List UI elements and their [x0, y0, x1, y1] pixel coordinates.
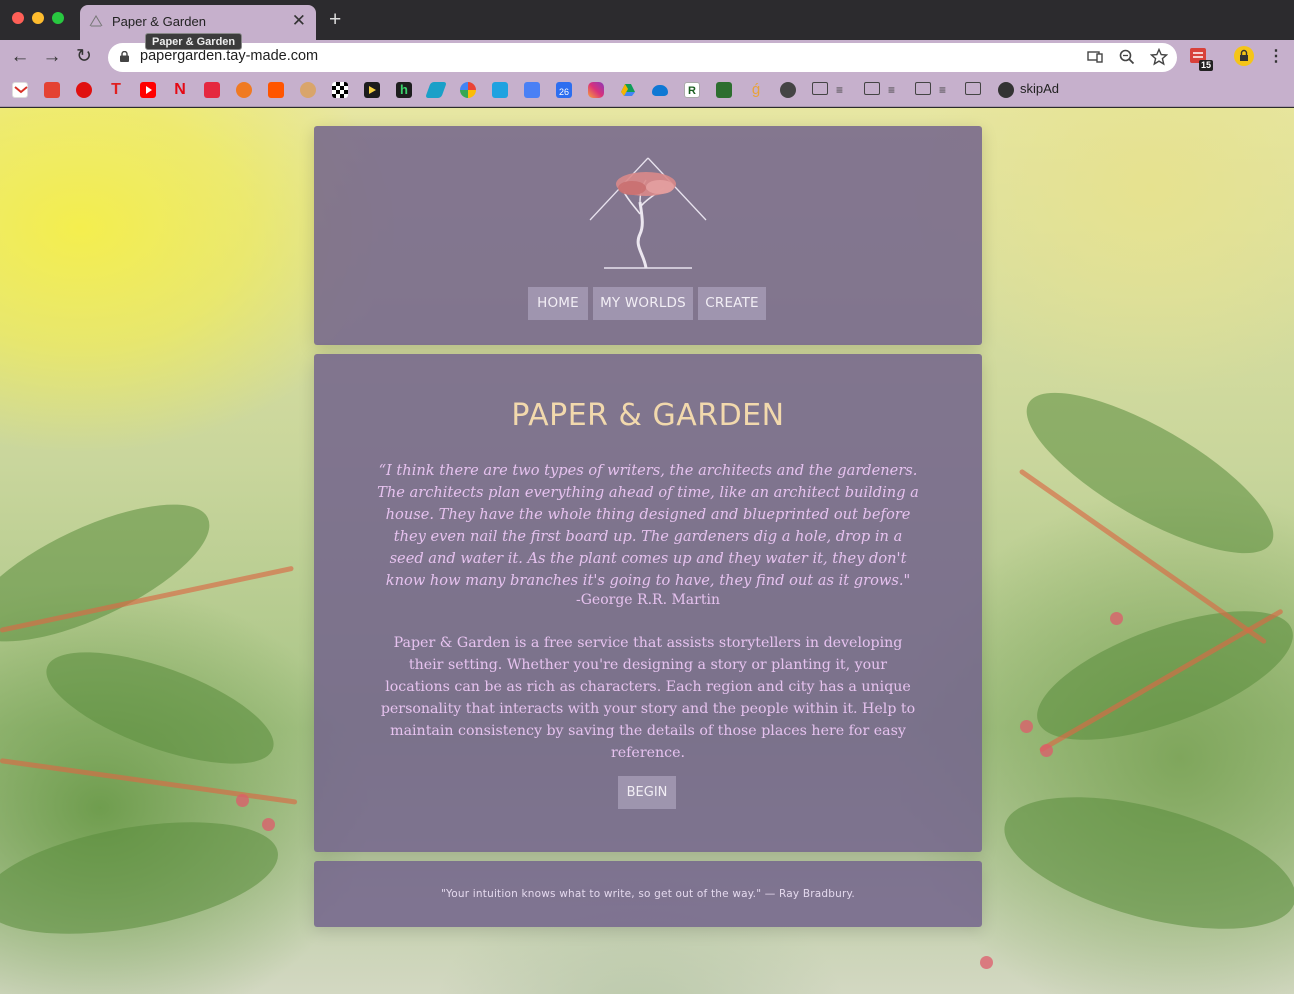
background-leaf	[33, 629, 287, 787]
epigraph-quote: “I think there are two types of writers,…	[377, 462, 919, 589]
background-leaf	[990, 771, 1294, 955]
back-icon[interactable]: ←	[8, 45, 32, 69]
star-icon[interactable]	[1150, 48, 1168, 66]
github-icon[interactable]	[780, 82, 796, 98]
page-title: PAPER & GARDEN	[511, 398, 785, 433]
folder-icon[interactable]	[915, 82, 931, 95]
play-app-icon[interactable]	[364, 82, 380, 98]
tab-title: Paper & Garden	[112, 14, 206, 29]
folder-label-icon: ≡	[836, 83, 844, 97]
service-description: Paper & Garden is a free service that as…	[380, 635, 916, 761]
background-berry	[980, 956, 993, 969]
folder-label-icon: ≡	[939, 83, 947, 97]
background-berry	[1020, 720, 1033, 733]
bookmark-skipad[interactable]: skipAd	[1020, 81, 1059, 96]
window-minimize-button[interactable]	[32, 12, 44, 24]
gmail-icon[interactable]	[12, 82, 28, 98]
folder-icon[interactable]	[965, 82, 981, 95]
calendar-doc-icon[interactable]	[524, 82, 540, 98]
intro-section: PAPER & GARDEN “I think there are two ty…	[314, 354, 982, 852]
extension-lock-icon[interactable]	[1233, 45, 1255, 67]
avatar-app-icon[interactable]	[300, 82, 316, 98]
youtube-icon[interactable]	[140, 82, 156, 98]
window-maximize-button[interactable]	[52, 12, 64, 24]
site-header: HOME MY WORLDS CREATE	[314, 126, 982, 345]
background-berry	[236, 794, 249, 807]
forward-icon[interactable]: →	[40, 45, 64, 69]
background-leaf	[0, 802, 287, 954]
gear-app-icon[interactable]	[236, 82, 252, 98]
tab-tooltip: Paper & Garden	[145, 33, 243, 50]
cast-icon[interactable]	[1086, 48, 1104, 66]
google-drive-icon[interactable]	[620, 82, 636, 98]
t-app-icon[interactable]: T	[108, 82, 124, 98]
menu-icon[interactable]: ⋮	[1264, 45, 1288, 69]
ornament-app-icon[interactable]: ǵ	[748, 82, 764, 98]
h-app-icon[interactable]: h	[396, 82, 412, 98]
photos-icon[interactable]	[460, 82, 476, 98]
nav-home[interactable]: HOME	[528, 287, 588, 320]
stripe-app-icon[interactable]	[425, 82, 447, 98]
background-leaf	[1006, 364, 1294, 582]
tree-logo-icon	[589, 157, 707, 269]
background-stem	[0, 758, 298, 805]
onedrive-icon[interactable]	[652, 85, 668, 96]
nav-my-worlds[interactable]: MY WORLDS	[593, 287, 693, 320]
instagram-icon[interactable]	[588, 82, 604, 98]
app-a-icon[interactable]	[204, 82, 220, 98]
r-app-icon[interactable]: R	[684, 82, 700, 98]
quote-attribution: -George R.R. Martin	[576, 592, 720, 608]
begin-button[interactable]: BEGIN	[618, 776, 676, 809]
background-berry	[1040, 744, 1053, 757]
triangle-favicon-icon	[89, 15, 103, 27]
site-footer: "Your intuition knows what to write, so …	[314, 861, 982, 927]
nav-create[interactable]: CREATE	[698, 287, 766, 320]
tab-close-icon[interactable]: ✕	[292, 11, 306, 31]
bookmarks-bar: T N h 26 R ǵ ≡ ≡ ≡ skipAd	[0, 74, 1294, 107]
red-circle-icon[interactable]	[76, 82, 92, 98]
g-app-icon[interactable]	[716, 82, 732, 98]
zoom-icon[interactable]	[1118, 48, 1136, 66]
footer-quote: "Your intuition knows what to write, so …	[441, 888, 855, 900]
reload-icon[interactable]: ↻	[72, 45, 96, 69]
address-bar[interactable]: papergarden.tay-made.com	[108, 43, 1177, 72]
folder-icon[interactable]	[812, 82, 828, 95]
netflix-icon[interactable]: N	[172, 82, 188, 98]
globe-icon[interactable]	[998, 82, 1014, 98]
calendar-26-icon[interactable]: 26	[556, 82, 572, 98]
lock-icon	[120, 51, 129, 62]
checkers-app-icon[interactable]	[332, 82, 348, 98]
window-close-button[interactable]	[12, 12, 24, 24]
pinwheel-app-icon[interactable]	[492, 82, 508, 98]
folder-icon[interactable]	[864, 82, 880, 95]
page-viewport: HOME MY WORLDS CREATE PAPER & GARDEN “I …	[0, 108, 1294, 994]
soundcloud-icon[interactable]	[268, 82, 284, 98]
background-berry	[1110, 612, 1123, 625]
new-tab-button[interactable]: +	[329, 9, 341, 31]
folder-label-icon: ≡	[888, 83, 896, 97]
background-leaf	[0, 477, 227, 669]
extension-badge: 15	[1199, 60, 1214, 71]
todoist-icon[interactable]	[44, 82, 60, 98]
background-berry	[262, 818, 275, 831]
